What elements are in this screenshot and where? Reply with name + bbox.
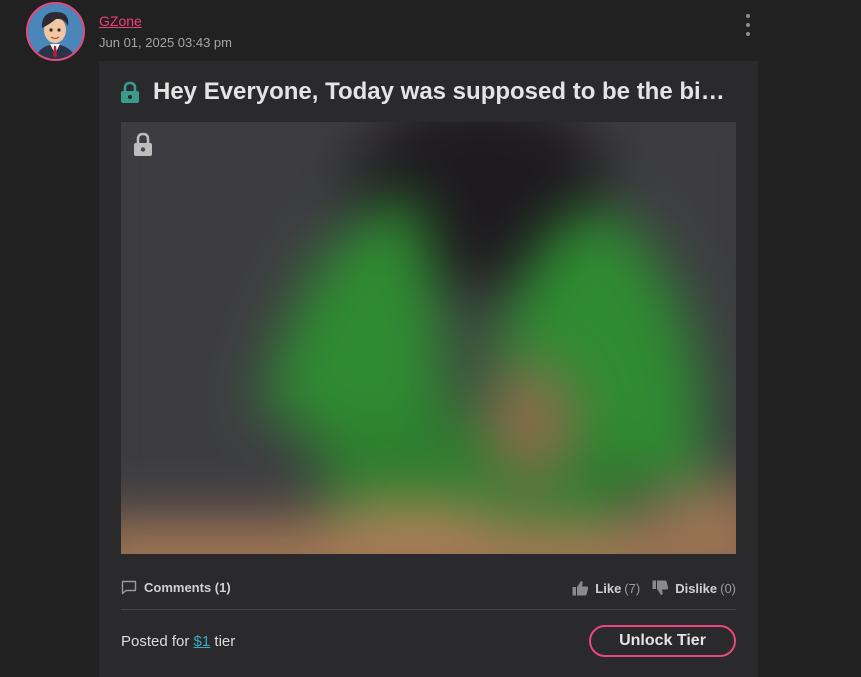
comments-button[interactable]: Comments (1) bbox=[121, 580, 231, 595]
author-avatar[interactable] bbox=[26, 2, 85, 61]
tier-info: Posted for $1 tier bbox=[121, 633, 235, 650]
post-title[interactable]: Hey Everyone, Today was supposed to be t… bbox=[153, 78, 737, 106]
reactions-bar: Like (7) Dislike (0) bbox=[572, 580, 736, 596]
kebab-menu-icon[interactable] bbox=[738, 12, 758, 38]
post-date: Jun 01, 2025 03:43 pm bbox=[99, 35, 232, 50]
lock-icon bbox=[121, 81, 139, 103]
comment-icon bbox=[121, 580, 137, 595]
dislike-label: Dislike bbox=[675, 580, 718, 596]
author-name-link[interactable]: GZone bbox=[99, 13, 142, 29]
blurred-image bbox=[121, 122, 736, 554]
like-button[interactable]: Like (7) bbox=[572, 580, 640, 596]
comments-label: Comments (1) bbox=[144, 580, 231, 595]
locked-media-preview[interactable] bbox=[121, 122, 736, 554]
tier-link[interactable]: $1 bbox=[194, 633, 211, 650]
like-label: Like bbox=[595, 580, 622, 596]
tier-suffix: tier bbox=[214, 633, 236, 650]
unlock-tier-button[interactable]: Unlock Tier bbox=[589, 625, 736, 657]
tier-prefix: Posted for bbox=[121, 633, 190, 650]
thumbs-down-icon bbox=[652, 580, 669, 595]
divider bbox=[121, 609, 736, 610]
like-count: (7) bbox=[624, 580, 641, 596]
dislike-button[interactable]: Dislike (0) bbox=[652, 580, 736, 596]
lock-icon bbox=[134, 132, 152, 156]
thumbs-up-icon bbox=[572, 581, 589, 596]
dislike-count: (0) bbox=[720, 580, 736, 596]
post-card: Hey Everyone, Today was supposed to be t… bbox=[99, 61, 758, 677]
